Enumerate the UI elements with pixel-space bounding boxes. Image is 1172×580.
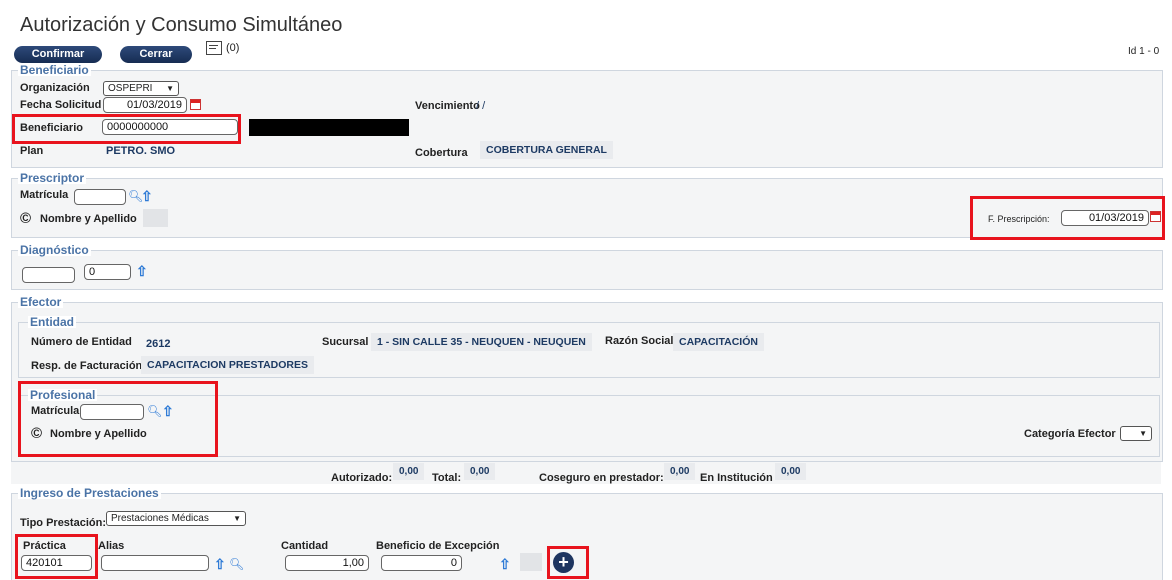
- arrow-up-icon[interactable]: ⇧: [499, 557, 511, 571]
- diagnostico-code-field[interactable]: 0: [84, 264, 131, 280]
- categoria-efector-label: Categoría Efector: [1024, 428, 1116, 440]
- plan-value: PETRO. SMO: [106, 145, 176, 157]
- fecha-solicitud-field[interactable]: 01/03/2019: [103, 97, 187, 113]
- organizacion-select[interactable]: OSPEPRI ▼: [103, 81, 179, 96]
- num-entidad-label: Número de Entidad: [31, 336, 132, 348]
- edit-notes-icon[interactable]: [206, 41, 222, 55]
- institucion-value: 0,00: [775, 463, 807, 480]
- num-entidad-value: 2612: [146, 338, 171, 350]
- prescriptor-matricula-field[interactable]: [74, 189, 126, 205]
- efector-legend: Efector: [18, 295, 64, 309]
- cobertura-value: COBERTURA GENERAL: [480, 141, 613, 159]
- vencimiento-value: / /: [476, 100, 486, 112]
- vencimiento-label: Vencimiento: [415, 100, 480, 112]
- prescriptor-matricula-label: Matrícula: [20, 189, 69, 201]
- highlight-beneficiario: [12, 114, 241, 144]
- resp-facturacion-label: Resp. de Facturación: [31, 360, 143, 372]
- coseguro-value: 0,00: [664, 463, 696, 480]
- arrow-up-icon[interactable]: ⇧: [141, 189, 153, 203]
- razon-social-label: Razón Social: [605, 335, 674, 347]
- prescriptor-legend: Prescriptor: [18, 171, 87, 185]
- diagnostico-legend: Diagnóstico: [18, 243, 91, 257]
- chevron-down-icon: ▼: [166, 84, 174, 93]
- sucursal-label: Sucursal: [322, 336, 369, 348]
- alias-label: Alias: [98, 540, 125, 552]
- highlight-fprescripcion: [970, 196, 1165, 240]
- beneficio-extra: [520, 553, 542, 571]
- coseguro-label: Coseguro en prestador:: [539, 472, 664, 484]
- prestaciones-legend: Ingreso de Prestaciones: [18, 486, 161, 500]
- entidad-legend: Entidad: [28, 315, 76, 329]
- search-icon[interactable]: 🔍︎: [229, 558, 244, 570]
- autorizado-label: Autorizado:: [331, 472, 393, 484]
- calendar-icon[interactable]: [190, 99, 201, 110]
- plan-label: Plan: [20, 145, 44, 157]
- cantidad-field[interactable]: 1,00: [285, 555, 369, 571]
- fecha-solicitud-label: Fecha Solicitud: [20, 99, 102, 111]
- record-id: Id 1 - 0: [1128, 46, 1160, 57]
- total-label: Total:: [432, 472, 462, 484]
- close-button[interactable]: Cerrar: [120, 46, 192, 63]
- prescriptor-nombre-label: Nombre y Apellido: [40, 213, 137, 225]
- copyright-icon[interactable]: ©: [20, 211, 31, 226]
- highlight-profesional: [18, 381, 218, 457]
- alias-field[interactable]: [101, 555, 209, 571]
- categoria-efector-select[interactable]: ▼: [1120, 426, 1152, 441]
- chevron-down-icon: ▼: [1139, 429, 1147, 438]
- beneficio-field[interactable]: 0: [381, 555, 462, 571]
- tipo-prestacion-label: Tipo Prestación:: [20, 517, 106, 529]
- organizacion-value: OSPEPRI: [108, 83, 153, 94]
- tipo-prestacion-value: Prestaciones Médicas: [111, 513, 209, 524]
- page-title: Autorización y Consumo Simultáneo: [20, 14, 343, 36]
- cobertura-label: Cobertura: [415, 147, 468, 159]
- autorizado-value: 0,00: [393, 463, 425, 480]
- arrow-up-icon[interactable]: ⇧: [136, 264, 148, 278]
- resp-facturacion-value: CAPACITACION PRESTADORES: [141, 356, 315, 374]
- highlight-add: [547, 546, 589, 579]
- total-value: 0,00: [464, 463, 496, 480]
- chevron-down-icon: ▼: [233, 514, 241, 523]
- confirm-button[interactable]: Confirmar: [14, 46, 102, 63]
- tipo-prestacion-select[interactable]: Prestaciones Médicas ▼: [106, 511, 246, 526]
- beneficiario-legend: Beneficiario: [18, 63, 91, 77]
- organizacion-label: Organización: [20, 82, 90, 94]
- redacted-name: [249, 119, 409, 136]
- arrow-up-icon[interactable]: ⇧: [214, 557, 226, 571]
- beneficio-label: Beneficio de Excepción: [376, 540, 500, 552]
- cantidad-label: Cantidad: [281, 540, 329, 552]
- sucursal-value: 1 - SIN CALLE 35 - NEUQUEN - NEUQUEN: [371, 333, 592, 351]
- institucion-label: En Institución: [700, 472, 773, 484]
- notes-count: (0): [226, 42, 240, 54]
- diagnostico-panel: [11, 250, 1163, 290]
- diagnostico-field[interactable]: [22, 267, 75, 283]
- prescriptor-nombre-value: [143, 209, 168, 227]
- razon-social-value: CAPACITACIÓN: [673, 333, 764, 351]
- highlight-practica: [15, 534, 98, 579]
